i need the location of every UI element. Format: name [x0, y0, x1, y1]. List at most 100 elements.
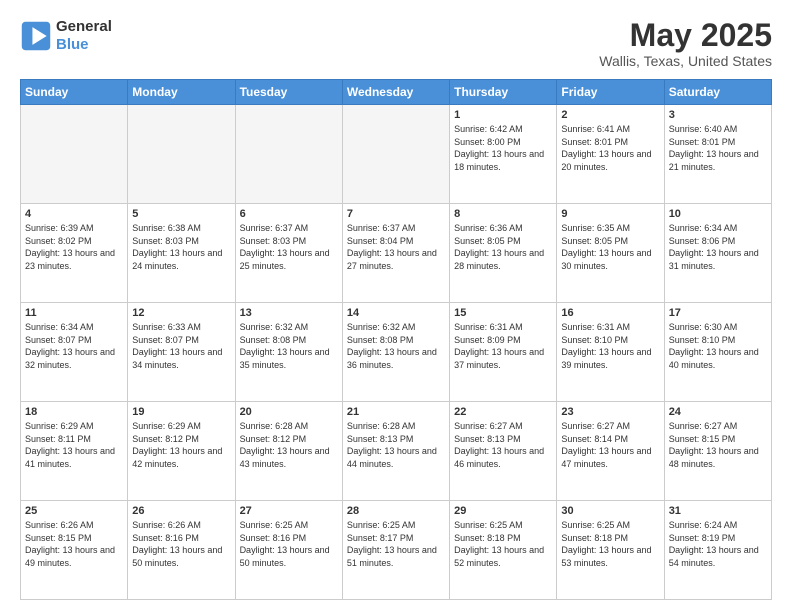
- day-number: 16: [561, 307, 659, 319]
- day-header-monday: Monday: [128, 80, 235, 105]
- calendar-cell: 14Sunrise: 6:32 AMSunset: 8:08 PMDayligh…: [342, 303, 449, 402]
- calendar-cell: 1 Sunrise: 6:42 AMSunset: 8:00 PMDaylight…: [450, 105, 557, 204]
- day-number: 19: [132, 406, 230, 418]
- day-info: Sunrise: 6:27 AMSunset: 8:14 PMDaylight:…: [561, 420, 659, 470]
- day-number: 5: [132, 208, 230, 220]
- day-number: 25: [25, 505, 123, 517]
- day-number: 15: [454, 307, 552, 319]
- logo-text: General Blue: [56, 18, 112, 54]
- day-header-sunday: Sunday: [21, 80, 128, 105]
- day-number: 10: [669, 208, 767, 220]
- header: General Blue May 2025 Wallis, Texas, Uni…: [20, 18, 772, 69]
- day-header-wednesday: Wednesday: [342, 80, 449, 105]
- calendar-cell: [235, 105, 342, 204]
- logo-icon: [20, 20, 52, 52]
- day-number: 12: [132, 307, 230, 319]
- day-info: Sunrise: 6:25 AMSunset: 8:16 PMDaylight:…: [240, 519, 338, 569]
- day-number: 27: [240, 505, 338, 517]
- day-number: 1: [454, 109, 552, 121]
- day-info: Sunrise: 6:31 AMSunset: 8:09 PMDaylight:…: [454, 321, 552, 371]
- day-header-saturday: Saturday: [664, 80, 771, 105]
- calendar-week-1: 4Sunrise: 6:39 AMSunset: 8:02 PMDaylight…: [21, 204, 772, 303]
- calendar-cell: 22Sunrise: 6:27 AMSunset: 8:13 PMDayligh…: [450, 402, 557, 501]
- calendar-cell: 7 Sunrise: 6:37 AMSunset: 8:04 PMDaylight…: [342, 204, 449, 303]
- calendar-cell: 30Sunrise: 6:25 AMSunset: 8:18 PMDayligh…: [557, 501, 664, 600]
- day-number: 23: [561, 406, 659, 418]
- day-info: Sunrise: 6:40 AMSunset: 8:01 PMDaylight:…: [669, 123, 767, 173]
- calendar-cell: 19 Sunrise: 6:29 AMSunset: 8:12 PMDayligh…: [128, 402, 235, 501]
- day-info: Sunrise: 6:37 AMSunset: 8:04 PMDaylight:…: [347, 222, 445, 272]
- day-number: 11: [25, 307, 123, 319]
- calendar-week-4: 25 Sunrise: 6:26 AMSunset: 8:15 PMDayligh…: [21, 501, 772, 600]
- calendar-cell: 20 Sunrise: 6:28 AMSunset: 8:12 PMDayligh…: [235, 402, 342, 501]
- day-info: Sunrise: 6:36 AMSunset: 8:05 PMDaylight:…: [454, 222, 552, 272]
- calendar-cell: [128, 105, 235, 204]
- day-info: Sunrise: 6:34 AMSunset: 8:07 PMDaylight:…: [25, 321, 123, 371]
- calendar-table: SundayMondayTuesdayWednesdayThursdayFrid…: [20, 79, 772, 600]
- day-number: 20: [240, 406, 338, 418]
- calendar-cell: 28Sunrise: 6:25 AMSunset: 8:17 PMDayligh…: [342, 501, 449, 600]
- day-info: Sunrise: 6:26 AMSunset: 8:15 PMDaylight:…: [25, 519, 123, 569]
- day-info: Sunrise: 6:29 AMSunset: 8:12 PMDaylight:…: [132, 420, 230, 470]
- calendar-cell: 17 Sunrise: 6:30 AMSunset: 8:10 PMDayligh…: [664, 303, 771, 402]
- day-info: Sunrise: 6:34 AMSunset: 8:06 PMDaylight:…: [669, 222, 767, 272]
- calendar-cell: [342, 105, 449, 204]
- day-number: 2: [561, 109, 659, 121]
- day-info: Sunrise: 6:38 AMSunset: 8:03 PMDaylight:…: [132, 222, 230, 272]
- calendar-cell: 5 Sunrise: 6:38 AMSunset: 8:03 PMDaylight…: [128, 204, 235, 303]
- calendar-cell: 8Sunrise: 6:36 AMSunset: 8:05 PMDaylight…: [450, 204, 557, 303]
- day-number: 24: [669, 406, 767, 418]
- month-title: May 2025: [599, 18, 772, 53]
- day-number: 30: [561, 505, 659, 517]
- day-number: 26: [132, 505, 230, 517]
- calendar-cell: 6Sunrise: 6:37 AMSunset: 8:03 PMDaylight…: [235, 204, 342, 303]
- calendar-cell: [21, 105, 128, 204]
- calendar-week-2: 11 Sunrise: 6:34 AMSunset: 8:07 PMDayligh…: [21, 303, 772, 402]
- day-number: 17: [669, 307, 767, 319]
- calendar-cell: 12 Sunrise: 6:33 AMSunset: 8:07 PMDayligh…: [128, 303, 235, 402]
- day-info: Sunrise: 6:30 AMSunset: 8:10 PMDaylight:…: [669, 321, 767, 371]
- day-info: Sunrise: 6:39 AMSunset: 8:02 PMDaylight:…: [25, 222, 123, 272]
- day-number: 31: [669, 505, 767, 517]
- day-info: Sunrise: 6:28 AMSunset: 8:12 PMDaylight:…: [240, 420, 338, 470]
- calendar-cell: 25 Sunrise: 6:26 AMSunset: 8:15 PMDayligh…: [21, 501, 128, 600]
- day-header-thursday: Thursday: [450, 80, 557, 105]
- day-info: Sunrise: 6:32 AMSunset: 8:08 PMDaylight:…: [347, 321, 445, 371]
- day-number: 29: [454, 505, 552, 517]
- day-info: Sunrise: 6:24 AMSunset: 8:19 PMDaylight:…: [669, 519, 767, 569]
- page: General Blue May 2025 Wallis, Texas, Uni…: [0, 0, 792, 612]
- calendar-cell: 31 Sunrise: 6:24 AMSunset: 8:19 PMDayligh…: [664, 501, 771, 600]
- day-info: Sunrise: 6:27 AMSunset: 8:15 PMDaylight:…: [669, 420, 767, 470]
- calendar-cell: 9Sunrise: 6:35 AMSunset: 8:05 PMDaylight…: [557, 204, 664, 303]
- calendar-cell: 18 Sunrise: 6:29 AMSunset: 8:11 PMDayligh…: [21, 402, 128, 501]
- calendar-cell: 27 Sunrise: 6:25 AMSunset: 8:16 PMDayligh…: [235, 501, 342, 600]
- day-header-tuesday: Tuesday: [235, 80, 342, 105]
- location: Wallis, Texas, United States: [599, 53, 772, 69]
- calendar-cell: 10 Sunrise: 6:34 AMSunset: 8:06 PMDayligh…: [664, 204, 771, 303]
- calendar-cell: 13 Sunrise: 6:32 AMSunset: 8:08 PMDayligh…: [235, 303, 342, 402]
- day-info: Sunrise: 6:37 AMSunset: 8:03 PMDaylight:…: [240, 222, 338, 272]
- day-number: 13: [240, 307, 338, 319]
- day-number: 3: [669, 109, 767, 121]
- calendar-cell: 21 Sunrise: 6:28 AMSunset: 8:13 PMDayligh…: [342, 402, 449, 501]
- day-number: 18: [25, 406, 123, 418]
- day-info: Sunrise: 6:32 AMSunset: 8:08 PMDaylight:…: [240, 321, 338, 371]
- day-info: Sunrise: 6:42 AMSunset: 8:00 PMDaylight:…: [454, 123, 552, 173]
- day-header-friday: Friday: [557, 80, 664, 105]
- calendar-cell: 15 Sunrise: 6:31 AMSunset: 8:09 PMDayligh…: [450, 303, 557, 402]
- logo: General Blue: [20, 18, 112, 54]
- day-info: Sunrise: 6:33 AMSunset: 8:07 PMDaylight:…: [132, 321, 230, 371]
- calendar-cell: 2Sunrise: 6:41 AMSunset: 8:01 PMDaylight…: [557, 105, 664, 204]
- day-info: Sunrise: 6:35 AMSunset: 8:05 PMDaylight:…: [561, 222, 659, 272]
- day-number: 22: [454, 406, 552, 418]
- day-number: 7: [347, 208, 445, 220]
- calendar-cell: 16Sunrise: 6:31 AMSunset: 8:10 PMDayligh…: [557, 303, 664, 402]
- calendar-week-0: 1 Sunrise: 6:42 AMSunset: 8:00 PMDaylight…: [21, 105, 772, 204]
- calendar-cell: 26 Sunrise: 6:26 AMSunset: 8:16 PMDayligh…: [128, 501, 235, 600]
- day-info: Sunrise: 6:28 AMSunset: 8:13 PMDaylight:…: [347, 420, 445, 470]
- day-info: Sunrise: 6:29 AMSunset: 8:11 PMDaylight:…: [25, 420, 123, 470]
- calendar-cell: 29Sunrise: 6:25 AMSunset: 8:18 PMDayligh…: [450, 501, 557, 600]
- day-number: 28: [347, 505, 445, 517]
- day-info: Sunrise: 6:26 AMSunset: 8:16 PMDaylight:…: [132, 519, 230, 569]
- day-number: 21: [347, 406, 445, 418]
